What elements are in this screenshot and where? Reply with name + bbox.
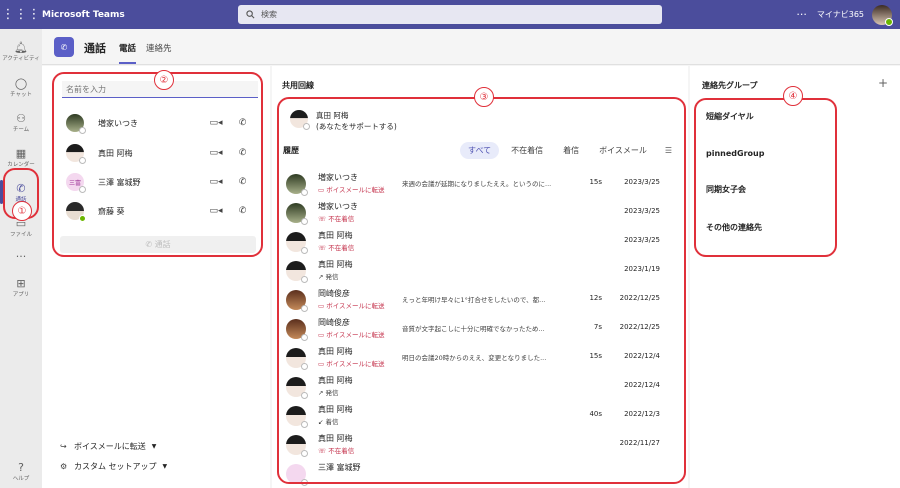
user-avatar[interactable] bbox=[872, 4, 893, 26]
annotation-badge-2: ② bbox=[154, 70, 174, 90]
rail-teams[interactable]: ⚇ チーム bbox=[0, 102, 42, 142]
bell-icon: 🔔︎ bbox=[14, 40, 28, 54]
forward-icon: ↪ bbox=[60, 442, 67, 451]
app-launcher-icon[interactable]: ⋮⋮⋮ bbox=[0, 0, 42, 29]
gear-icon: ⚙ bbox=[60, 462, 68, 471]
groups-label: 連絡先グループ bbox=[702, 81, 758, 90]
annotation-box-4 bbox=[694, 98, 837, 257]
help-icon: ? bbox=[18, 460, 24, 474]
chevron-down-icon: ▼ bbox=[151, 443, 157, 450]
search-box[interactable]: 検索 bbox=[238, 5, 662, 24]
search-icon bbox=[246, 10, 255, 19]
shared-line-label: 共用回線 bbox=[282, 81, 314, 90]
rail-apps[interactable]: ⊞ アプリ bbox=[0, 267, 42, 307]
chat-icon: ◯ bbox=[14, 76, 28, 90]
page-header: ✆ 通話 電話 連絡先 bbox=[42, 29, 900, 65]
rail-activity[interactable]: 🔔︎ アクティビティ bbox=[0, 31, 42, 71]
annotation-box-2 bbox=[52, 72, 263, 257]
tenant-name[interactable]: マイナビ365 bbox=[817, 9, 864, 20]
calls-app-icon: ✆ bbox=[54, 37, 74, 57]
annotation-badge-3: ③ bbox=[474, 87, 494, 107]
more-icon: ··· bbox=[15, 249, 27, 263]
tab-phone[interactable]: 電話 bbox=[119, 42, 137, 64]
annotation-box-3 bbox=[277, 97, 686, 484]
tab-contacts[interactable]: 連絡先 bbox=[146, 42, 172, 54]
rail-help[interactable]: ? ヘルプ bbox=[0, 451, 42, 488]
apps-icon: ⊞ bbox=[16, 276, 26, 290]
voicemail-forward-link[interactable]: ↪ ボイスメールに転送 ▼ bbox=[60, 441, 156, 452]
top-bar: ⋮⋮⋮ Microsoft Teams 検索 ··· マイナビ365 bbox=[0, 0, 900, 29]
calendar-icon: ▦ bbox=[15, 146, 27, 160]
teams-icon: ⚇ bbox=[16, 111, 26, 125]
chevron-down-icon: ▼ bbox=[162, 463, 168, 470]
page-title: 通話 bbox=[84, 42, 106, 55]
annotation-badge-4: ④ bbox=[783, 86, 803, 106]
app-rail: 🔔︎ アクティビティ ◯ チャット ⚇ チーム ▦ カレンダー ✆ 通話 ▭ ファイル ··… bbox=[0, 29, 42, 488]
more-options-button[interactable]: ··· bbox=[796, 8, 807, 21]
add-group-button[interactable]: + bbox=[878, 76, 888, 90]
rail-chat[interactable]: ◯ チャット bbox=[0, 67, 42, 107]
annotation-badge-1: ① bbox=[12, 201, 32, 221]
custom-setup-link[interactable]: ⚙ カスタム セットアップ ▼ bbox=[60, 461, 167, 472]
search-placeholder: 検索 bbox=[261, 10, 277, 19]
app-title: Microsoft Teams bbox=[42, 9, 125, 20]
